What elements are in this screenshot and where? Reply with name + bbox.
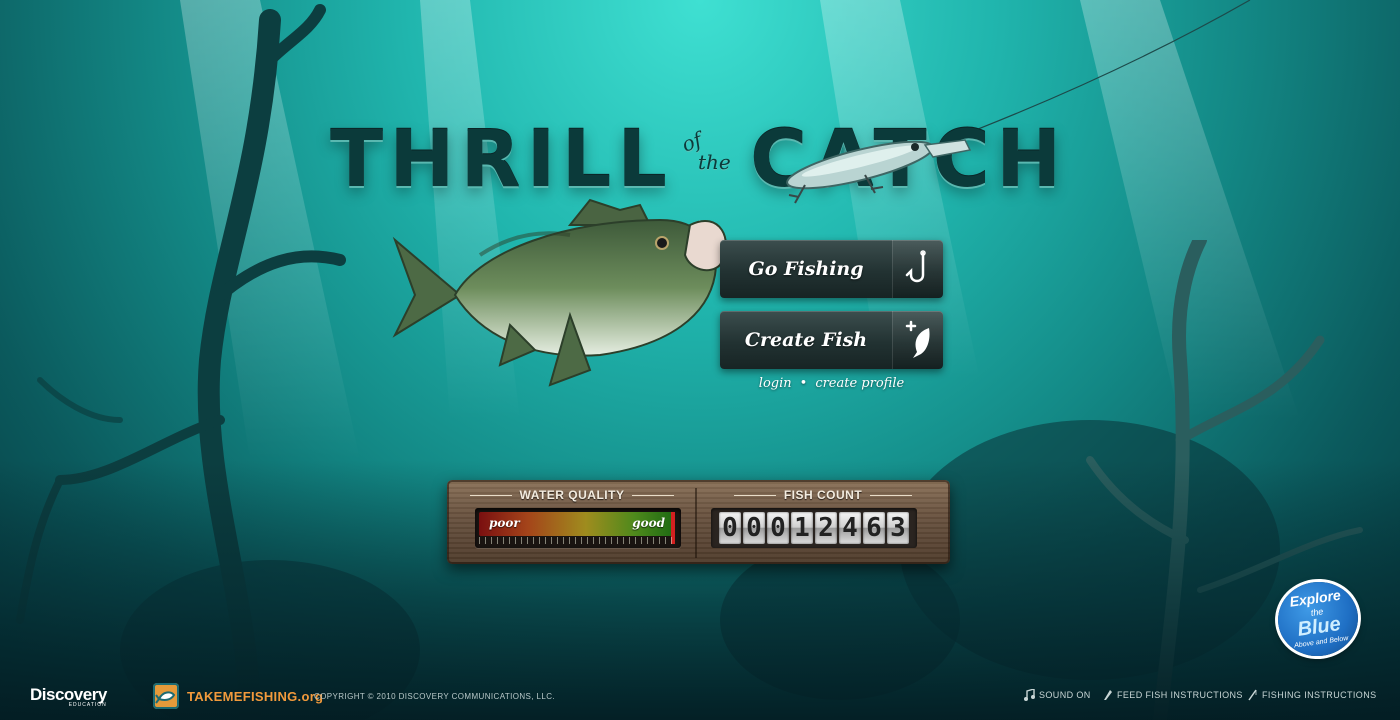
takemefishing-icon [153,683,179,709]
fish-count-heading: FISH COUNT [705,488,941,502]
feed-icon [1102,689,1113,701]
add-fish-icon [892,311,943,369]
discovery-education-logo[interactable]: Discovery EDUCATION [30,685,107,708]
copyright-text: COPYRIGHT © 2010 DISCOVERY COMMUNICATION… [314,692,555,701]
login-link[interactable]: login [759,376,792,391]
fishing-instructions-label: FISHING INSTRUCTIONS [1262,690,1377,700]
create-fish-button[interactable]: Create Fish [720,311,943,369]
go-fishing-label: Go Fishing [720,240,892,298]
takemefishing-logo[interactable]: TAKEMEFISHING.org [153,682,323,710]
feed-fish-instructions-link[interactable]: FEED FISH INSTRUCTIONS [1102,689,1243,701]
meter-ticks [479,537,677,544]
create-fish-label: Create Fish [720,311,892,369]
sound-toggle[interactable]: SOUND ON [1024,689,1091,701]
water-quality-meter: poor good [475,508,681,548]
fish-count-digit: 6 [863,512,885,544]
fish-count-digit: 4 [839,512,861,544]
fish-count-digit: 2 [815,512,837,544]
fishing-hook-icon [892,240,943,298]
music-note-icon [1024,689,1035,701]
footer: Discovery EDUCATION TAKEMEFISHING.org CO… [0,680,1400,720]
water-quality-high-label: good [632,516,665,530]
fishing-lure [765,125,995,215]
fish-count-display: 00012463 [711,508,917,548]
takemefishing-text: TAKEMEFISHING.org [187,689,323,704]
feed-fish-instructions-label: FEED FISH INSTRUCTIONS [1117,690,1243,700]
fishing-instructions-link[interactable]: FISHING INSTRUCTIONS [1247,689,1377,701]
water-quality-low-label: poor [489,516,520,530]
fish-count-digit: 1 [791,512,813,544]
board-divider [695,488,697,558]
create-profile-link[interactable]: create profile [815,376,904,391]
title-the: the [698,150,731,174]
largemouth-bass [390,195,730,395]
go-fishing-button[interactable]: Go Fishing [720,240,943,298]
stats-board: WATER QUALITY FISH COUNT poor good 00012… [447,480,950,564]
fish-count-digit: 0 [767,512,789,544]
auth-links: login • create profile [720,376,943,391]
water-quality-heading: WATER QUALITY [457,488,687,502]
fish-count-digit: 0 [743,512,765,544]
fish-count-label: FISH COUNT [784,488,862,502]
fish-count-digit: 0 [719,512,741,544]
title-thrill: THRILL [330,120,673,200]
sound-label: SOUND ON [1039,690,1091,700]
water-quality-label: WATER QUALITY [520,488,625,502]
fish-count-digit: 3 [887,512,909,544]
link-separator: • [800,376,808,391]
rod-icon [1247,689,1258,701]
